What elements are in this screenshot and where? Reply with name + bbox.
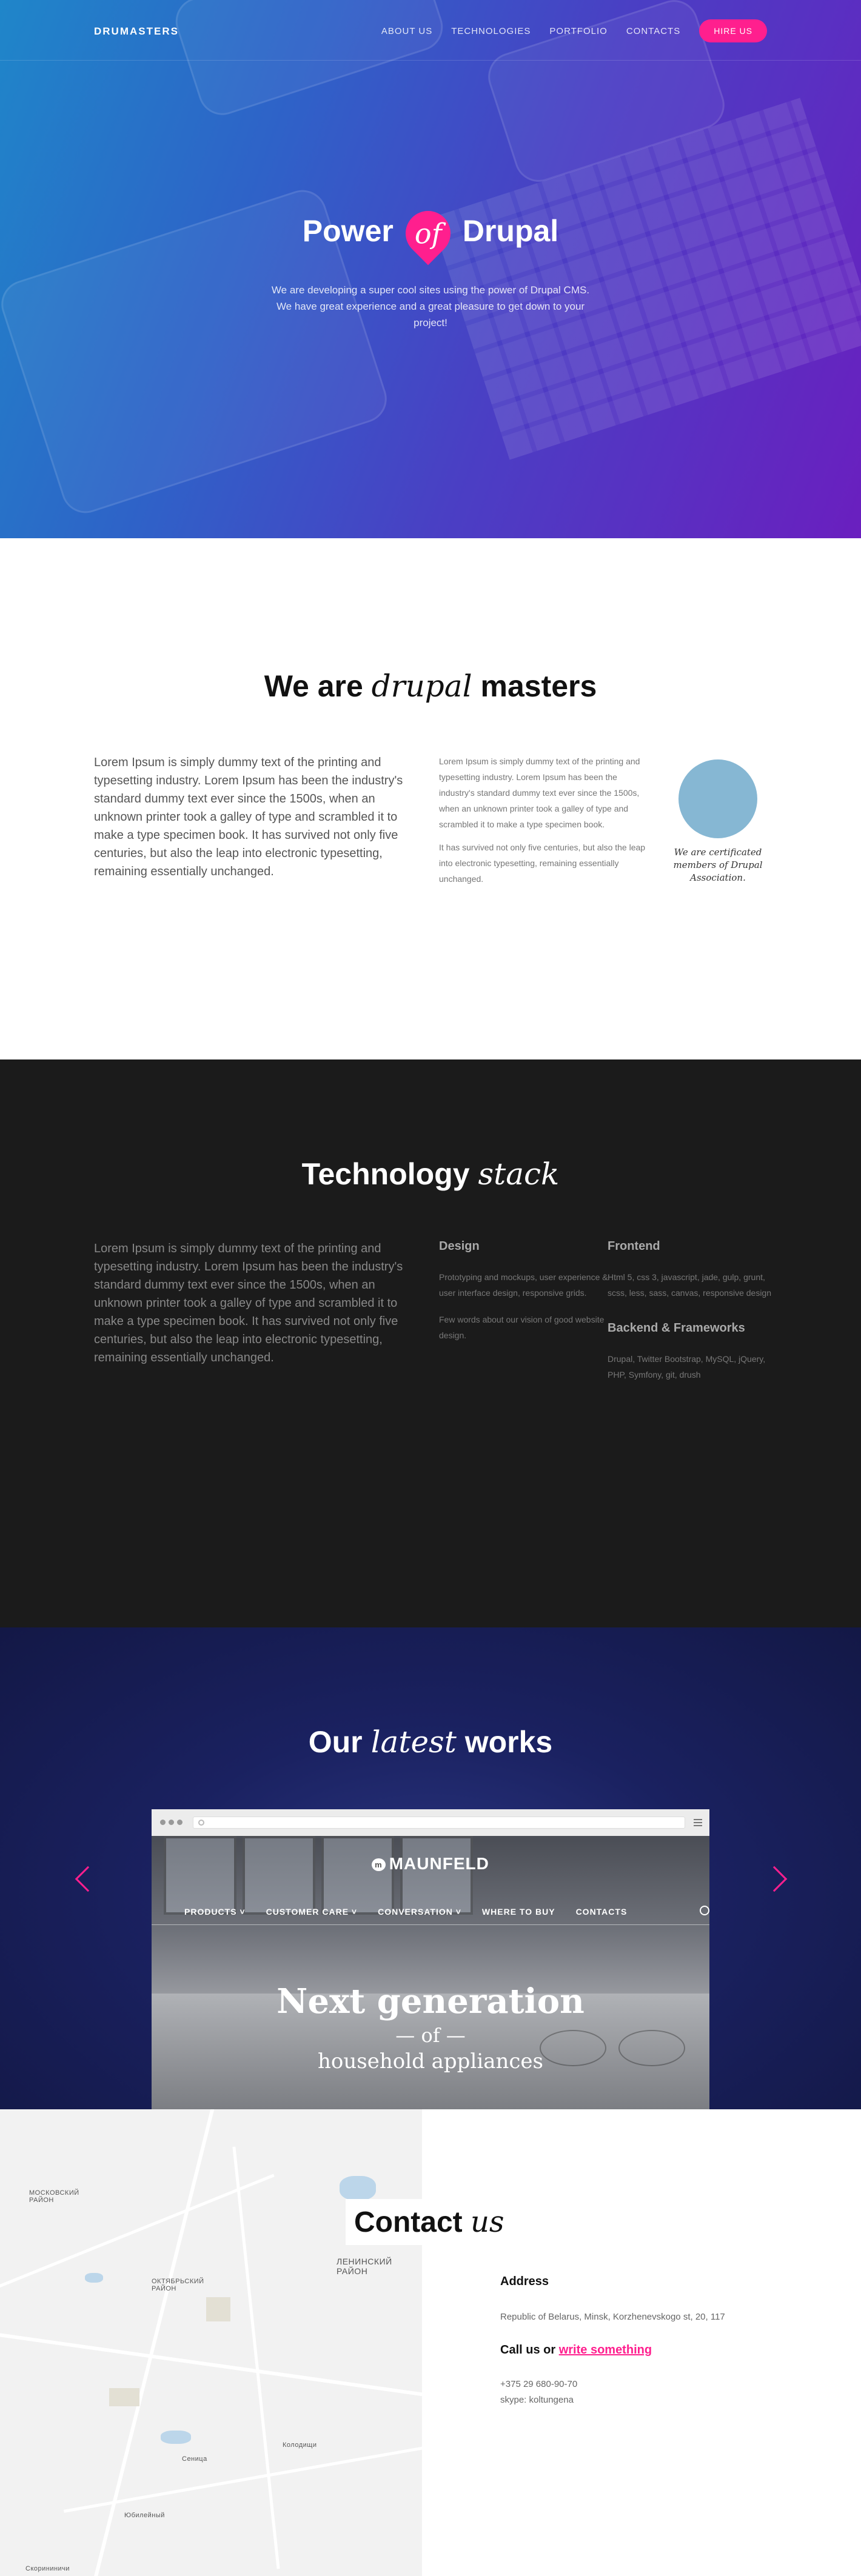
- certification-caption: We are certificated members of Drupal As…: [673, 847, 763, 883]
- map-label: ОКТЯБРЬСКИЙ РАЙОН: [152, 2278, 204, 2292]
- contact-section: МОСКОВСКИЙ РАЙОН ОКТЯБРЬСКИЙ РАЙОН ЛЕНИН…: [0, 2109, 861, 2576]
- menu-icon: [694, 1819, 702, 1826]
- tech-frontend-column: Frontend Html 5, css 3, javascript, jade…: [608, 1240, 777, 1393]
- map-park: [109, 2388, 139, 2406]
- browser-toolbar: [152, 1809, 709, 1836]
- hire-us-button[interactable]: HIRE US: [699, 19, 767, 42]
- tech-lead: Lorem Ipsum is simply dummy text of the …: [94, 1242, 403, 1364]
- hero-title-before: Power: [302, 214, 394, 249]
- phone-number[interactable]: +375 29 680-90-70: [500, 2377, 791, 2392]
- hero-title-after: Drupal: [462, 214, 559, 249]
- drupal-association-badge: [678, 759, 757, 838]
- nav-link-contacts[interactable]: CONTACTS: [626, 26, 680, 36]
- location-map[interactable]: МОСКОВСКИЙ РАЙОН ОКТЯБРЬСКИЙ РАЙОН ЛЕНИН…: [0, 2109, 422, 2576]
- about-title: We are drupal masters: [0, 669, 861, 704]
- about-details: Lorem Ipsum is simply dummy text of the …: [439, 753, 654, 887]
- map-label: Юбилейный: [124, 2512, 165, 2519]
- about-title-before: We are: [264, 669, 363, 703]
- maunfeld-logo-text: MAUNFELD: [389, 1854, 489, 1873]
- works-title: Our latest works: [0, 1724, 861, 1760]
- window-controls-icon: [160, 1820, 183, 1825]
- about-lead: Lorem Ipsum is simply dummy text of the …: [94, 756, 403, 878]
- maunfeld-headline-of: — of —: [395, 2024, 466, 2047]
- about-title-after: masters: [480, 669, 597, 703]
- portfolio-screenshot: m MAUNFELD PRODUCTS ˅ CUSTOMER CARE ˅ CON…: [152, 1836, 709, 2109]
- tech-title-before: Technology: [301, 1157, 470, 1191]
- tech-design-column: Design Prototyping and mockups, user exp…: [439, 1240, 609, 1354]
- maunfeld-headline: Next generation — of — household applian…: [152, 1981, 709, 2074]
- map-water: [85, 2273, 103, 2283]
- maunfeld-nav-conversation: CONVERSATION ˅: [378, 1906, 461, 1917]
- map-label: МОСКОВСКИЙ РАЙОН: [29, 2189, 79, 2204]
- contact-title-italic: us: [471, 2205, 504, 2239]
- tech-title-italic: stack: [478, 1156, 560, 1192]
- maunfeld-nav-contacts: CONTACTS: [575, 1906, 628, 1917]
- search-icon: [198, 1820, 204, 1826]
- top-navigation: DRUMASTERS ABOUT US TECHNOLOGIES PORTFOL…: [0, 0, 861, 61]
- works-title-after: works: [464, 1725, 553, 1759]
- maunfeld-nav-customer-care: CUSTOMER CARE ˅: [266, 1906, 358, 1917]
- nav-menu: ABOUT US TECHNOLOGIES PORTFOLIO CONTACTS…: [381, 19, 767, 42]
- map-road: [63, 2436, 422, 2513]
- about-section: We are drupal masters Lorem Ipsum is sim…: [0, 538, 861, 1059]
- nav-link-about[interactable]: ABOUT US: [381, 26, 432, 36]
- tech-frontend-title: Frontend: [608, 1240, 660, 1253]
- maunfeld-logo: m MAUNFELD: [152, 1854, 709, 1874]
- tech-backend-title: Backend & Frameworks: [608, 1321, 745, 1335]
- map-road: [0, 2330, 422, 2401]
- about-title-italic: drupal: [371, 669, 472, 704]
- map-road: [232, 2146, 280, 2569]
- about-paragraph-2: It has survived not only five centuries,…: [439, 843, 646, 884]
- of-badge-text: of: [414, 216, 442, 250]
- tech-backend-text: Drupal, Twitter Bootstrap, MySQL, jQuery…: [608, 1354, 766, 1380]
- maunfeld-logo-mark: m: [372, 1858, 386, 1872]
- map-water: [340, 2176, 376, 2200]
- hero-keyboard-decoration: [430, 98, 861, 460]
- address-title: Address: [500, 2275, 549, 2288]
- tech-frontend-text: Html 5, css 3, javascript, jade, gulp, g…: [608, 1272, 772, 1298]
- hero-section: DRUMASTERS ABOUT US TECHNOLOGIES PORTFOL…: [0, 0, 861, 538]
- skype-handle[interactable]: skype: koltungena: [500, 2392, 791, 2408]
- map-label: ЛЕНИНСКИЙ РАЙОН: [337, 2257, 392, 2276]
- call-us-text: Call us or: [500, 2343, 556, 2357]
- contact-title-before: Contact: [354, 2206, 463, 2238]
- works-title-italic: latest: [370, 1724, 457, 1760]
- map-label: Сеница: [182, 2455, 207, 2463]
- contact-title: Contact us: [346, 2199, 513, 2245]
- map-road: [91, 2109, 216, 2576]
- about-paragraph-1: Lorem Ipsum is simply dummy text of the …: [439, 756, 640, 829]
- hero-title: Power of Drupal: [0, 201, 861, 265]
- map-label: Колодищи: [283, 2441, 317, 2449]
- hero-subtitle: We are developing a super cool sites usi…: [271, 284, 590, 329]
- tech-design-text-2: Few words about our vision of good websi…: [439, 1315, 605, 1340]
- carousel-prev-arrow-icon[interactable]: [75, 1866, 101, 1892]
- portfolio-browser-frame[interactable]: m MAUNFELD PRODUCTS ˅ CUSTOMER CARE ˅ CON…: [152, 1809, 709, 2109]
- nav-link-technologies[interactable]: TECHNOLOGIES: [451, 26, 531, 36]
- maunfeld-navigation: PRODUCTS ˅ CUSTOMER CARE ˅ CONVERSATION …: [152, 1898, 709, 1925]
- maunfeld-headline-sub: household appliances: [318, 2049, 543, 2074]
- works-section: Our latest works m MAUNFELD PRODUCTS ˅ CU…: [0, 1627, 861, 2109]
- contact-info: Address Republic of Belarus, Minsk, Korz…: [500, 2275, 791, 2408]
- maunfeld-nav-where-to-buy: WHERE TO BUY: [481, 1906, 555, 1917]
- of-badge: of: [396, 201, 460, 265]
- brand-logo[interactable]: DRUMASTERS: [94, 25, 179, 38]
- carousel-next-arrow-icon[interactable]: [761, 1866, 788, 1892]
- tech-design-text: Prototyping and mockups, user experience…: [439, 1272, 608, 1298]
- nav-link-portfolio[interactable]: PORTFOLIO: [549, 26, 607, 36]
- call-us-heading: Call us or write something: [500, 2343, 791, 2357]
- map-label: Скорининичи: [25, 2565, 70, 2572]
- tech-title: Technology stack: [0, 1156, 861, 1192]
- search-icon: [700, 1906, 709, 1915]
- technology-section: Technology stack Lorem Ipsum is simply d…: [0, 1059, 861, 1627]
- write-something-link[interactable]: write something: [559, 2343, 652, 2357]
- address-text: Republic of Belarus, Minsk, Korzhenevsko…: [500, 2312, 725, 2322]
- maunfeld-nav-products: PRODUCTS ˅: [184, 1906, 246, 1917]
- browser-address-bar: [193, 1817, 685, 1829]
- maunfeld-headline-main: Next generation: [276, 1981, 585, 2021]
- tech-design-title: Design: [439, 1240, 480, 1253]
- map-water: [161, 2431, 191, 2444]
- works-title-before: Our: [308, 1725, 363, 1759]
- map-park: [206, 2297, 230, 2321]
